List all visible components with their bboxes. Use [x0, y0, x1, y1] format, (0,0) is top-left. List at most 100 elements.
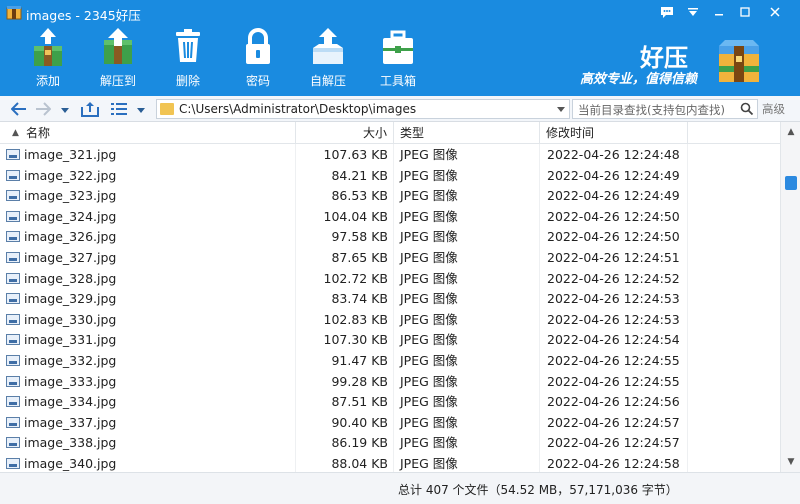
add-archive-icon [34, 28, 62, 66]
forward-icon[interactable] [32, 99, 54, 119]
table-row[interactable]: image_332.jpg 91.47 KB JPEG 图像 2022-04-26 1… [0, 351, 780, 372]
image-file-icon [6, 272, 20, 284]
table-row[interactable]: image_328.jpg 102.72 KB JPEG 图像 2022-04-26 … [0, 269, 780, 290]
brand-logo-icon [719, 40, 759, 82]
file-name: image_332.jpg [24, 353, 117, 368]
minimize-icon[interactable] [708, 2, 730, 22]
password-label: 密码 [245, 74, 270, 88]
file-size: 107.30 KB [323, 332, 388, 348]
table-row[interactable]: image_324.jpg 104.04 KB JPEG 图像 2022-04-26 … [0, 207, 780, 228]
image-file-icon [6, 396, 20, 408]
table-row[interactable]: image_322.jpg 84.21 KB JPEG 图像 2022-04-26 1… [0, 166, 780, 187]
table-row[interactable]: image_333.jpg 99.28 KB JPEG 图像 2022-04-26 1… [0, 372, 780, 393]
file-modified: 2022-04-26 12:24:49 [547, 188, 680, 204]
file-list: ▲ 名称 大小 类型 修改时间 image_321.jpg 107.63 KB JP… [0, 122, 780, 472]
file-type: JPEG 图像 [400, 250, 458, 265]
view-dropdown-icon[interactable] [134, 99, 148, 119]
file-size: 91.47 KB [331, 353, 388, 368]
file-modified: 2022-04-26 12:24:53 [547, 291, 680, 307]
table-row[interactable]: image_326.jpg 97.58 KB JPEG 图像 2022-04-26 1… [0, 227, 780, 248]
view-list-icon[interactable] [108, 99, 130, 119]
search-input[interactable]: 当前目录查找(支持包内查找) [572, 99, 758, 119]
file-size: 87.65 KB [331, 250, 388, 265]
file-type: JPEG 图像 [400, 208, 458, 224]
file-name: image_328.jpg [24, 270, 117, 286]
file-type: JPEG 图像 [400, 353, 458, 368]
search-placeholder: 当前目录查找(支持包内查找) [578, 103, 725, 117]
scrollbar-thumb[interactable] [785, 176, 797, 190]
file-name: image_333.jpg [24, 373, 117, 389]
delete-button[interactable]: 删除 [156, 24, 220, 90]
file-type: JPEG 图像 [400, 456, 458, 471]
file-type: JPEG 图像 [400, 373, 458, 389]
file-modified: 2022-04-26 12:24:51 [547, 250, 680, 265]
file-modified: 2022-04-26 12:24:52 [547, 270, 680, 286]
file-modified: 2022-04-26 12:24:55 [547, 353, 680, 368]
scroll-up-icon[interactable]: ▲ [781, 124, 800, 140]
file-name: image_334.jpg [24, 394, 117, 410]
password-lock-icon [246, 28, 270, 64]
file-size: 84.21 KB [331, 167, 388, 183]
table-row[interactable]: image_323.jpg 86.53 KB JPEG 图像 2022-04-26 1… [0, 186, 780, 207]
file-size: 102.83 KB [323, 311, 388, 327]
back-icon[interactable] [8, 99, 30, 119]
column-type-label: 类型 [400, 126, 425, 140]
search-icon[interactable] [740, 102, 754, 116]
sort-ascending-icon: ▲ [12, 128, 19, 138]
maximize-icon[interactable] [734, 2, 756, 22]
file-size: 102.72 KB [323, 270, 388, 286]
file-modified: 2022-04-26 12:24:55 [547, 373, 680, 389]
file-type: JPEG 图像 [400, 332, 458, 348]
self-extract-icon [313, 28, 343, 64]
path-input[interactable]: C:\Users\Administrator\Desktop\images [156, 99, 570, 119]
image-file-icon [6, 458, 20, 469]
menu-icon[interactable] [682, 2, 704, 22]
file-size: 99.28 KB [331, 373, 388, 389]
scroll-down-icon[interactable]: ▼ [781, 454, 800, 470]
file-type: JPEG 图像 [400, 414, 458, 430]
file-modified: 2022-04-26 12:24:48 [547, 147, 680, 162]
table-row[interactable]: image_338.jpg 86.19 KB JPEG 图像 2022-04-26 1… [0, 433, 780, 454]
self-extract-button[interactable]: 自解压 [296, 24, 360, 90]
vertical-scrollbar[interactable]: ▲ ▼ [780, 122, 800, 472]
extract-to-label: 解压到 [99, 74, 136, 88]
toolbox-button[interactable]: 工具箱 [366, 24, 430, 90]
add-button[interactable]: 添加 [16, 24, 80, 90]
table-row[interactable]: image_331.jpg 107.30 KB JPEG 图像 2022-04-26 … [0, 330, 780, 351]
path-dropdown-icon[interactable] [557, 101, 565, 116]
chat-icon[interactable] [656, 2, 678, 22]
file-name: image_337.jpg [24, 414, 117, 430]
file-type: JPEG 图像 [400, 229, 458, 245]
file-type: JPEG 图像 [400, 270, 458, 286]
up-folder-icon[interactable] [78, 99, 102, 119]
extract-to-button[interactable]: 解压到 [86, 24, 150, 90]
table-row[interactable]: image_327.jpg 87.65 KB JPEG 图像 2022-04-26 1… [0, 248, 780, 269]
toolbox-label: 工具箱 [379, 74, 416, 88]
image-file-icon [6, 210, 20, 222]
image-file-icon [6, 293, 20, 305]
file-type: JPEG 图像 [400, 435, 458, 451]
password-button[interactable]: 密码 [226, 24, 290, 90]
column-header-type[interactable]: 类型 [394, 122, 540, 144]
table-row[interactable]: image_321.jpg 107.63 KB JPEG 图像 2022-04-26 … [0, 145, 780, 166]
address-bar: C:\Users\Administrator\Desktop\images 当前… [0, 96, 800, 122]
column-header-size[interactable]: 大小 [296, 122, 394, 144]
table-row[interactable]: image_337.jpg 90.40 KB JPEG 图像 2022-04-26 1… [0, 413, 780, 434]
table-row[interactable]: image_330.jpg 102.83 KB JPEG 图像 2022-04-26 … [0, 310, 780, 331]
table-row[interactable]: image_329.jpg 83.74 KB JPEG 图像 2022-04-26 1… [0, 289, 780, 310]
history-dropdown-icon[interactable] [58, 99, 72, 119]
status-summary: 总计 407 个文件（54.52 MB，57,171,036 字节） [398, 483, 678, 497]
close-icon[interactable] [764, 2, 786, 22]
column-header-modified[interactable]: 修改时间 [540, 122, 688, 144]
file-name: image_324.jpg [24, 208, 117, 224]
table-row[interactable]: image_334.jpg 87.51 KB JPEG 图像 2022-04-26 1… [0, 392, 780, 413]
image-file-icon [6, 334, 20, 346]
column-header-name[interactable]: ▲ 名称 [0, 122, 296, 144]
file-modified: 2022-04-26 12:24:50 [547, 208, 680, 224]
file-type: JPEG 图像 [400, 394, 458, 410]
image-file-icon [6, 231, 20, 243]
image-file-icon [6, 169, 20, 181]
status-bar: 总计 407 个文件（54.52 MB，57,171,036 字节） [0, 472, 800, 504]
file-size: 83.74 KB [331, 291, 388, 307]
advanced-search-link[interactable]: 高级 [762, 101, 785, 117]
